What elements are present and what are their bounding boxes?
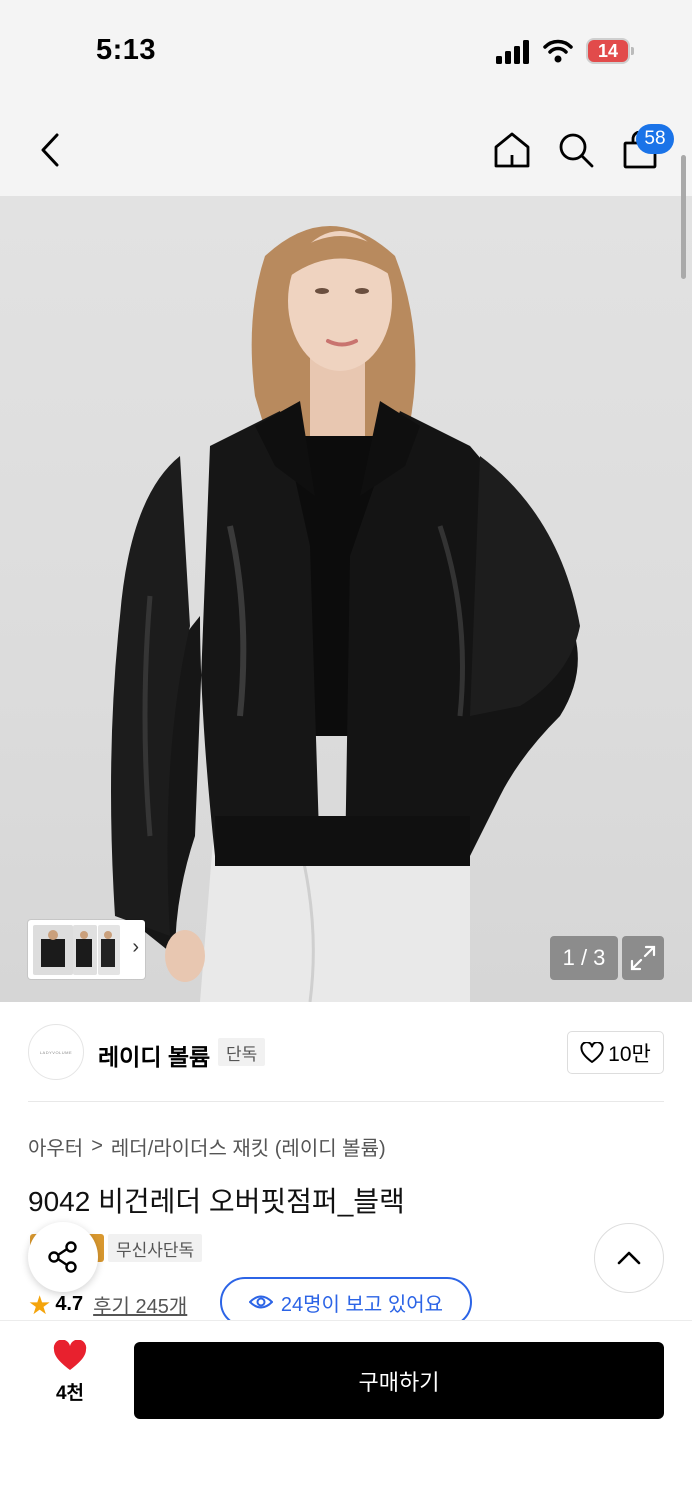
- search-button[interactable]: [555, 128, 597, 172]
- battery-level: 14: [586, 38, 630, 64]
- product-photo: [111, 226, 580, 1002]
- brand-logo[interactable]: LADYVOLUME: [28, 1024, 84, 1080]
- expand-icon: [630, 945, 656, 971]
- back-button[interactable]: [30, 128, 70, 172]
- heart-filled-icon: [53, 1340, 87, 1370]
- brand-exclusive-tag: 단독: [218, 1038, 266, 1066]
- brand-name[interactable]: 레이디 볼륨: [98, 1038, 210, 1072]
- rating-row: ★ 4.7 후기 245개: [28, 1290, 187, 1319]
- buy-button[interactable]: 구매하기: [134, 1342, 664, 1419]
- thumbnail-3[interactable]: [98, 925, 120, 975]
- thumbnail-1[interactable]: [33, 925, 73, 975]
- breadcrumb-subcategory[interactable]: 레더/라이더스 재킷 (레이디 볼륨): [111, 1132, 386, 1161]
- eye-icon: [248, 1295, 273, 1309]
- chevron-up-icon: [617, 1251, 641, 1265]
- cart-count-badge: 58: [636, 124, 674, 154]
- wishlist-count: 4천: [55, 1383, 85, 1404]
- rating-value: 4.7: [55, 1293, 84, 1315]
- share-button[interactable]: [28, 1222, 98, 1292]
- battery-indicator: 14: [586, 38, 634, 64]
- brand-like-button[interactable]: 10만: [567, 1031, 664, 1074]
- product-image-carousel[interactable]: [0, 196, 692, 1002]
- divider: [28, 1101, 664, 1102]
- product-title: 9042 비건레더 오버핏점퍼_블랙: [28, 1186, 405, 1217]
- wishlist-button[interactable]: 4천: [40, 1340, 100, 1420]
- breadcrumb-separator: >: [91, 1135, 103, 1157]
- scroll-to-top-button[interactable]: [594, 1223, 664, 1293]
- breadcrumb: 아우터 > 레더/라이더스 재킷 (레이디 볼륨): [28, 1132, 386, 1161]
- brand-row: LADYVOLUME 레이디 볼륨 단독 10만: [0, 1002, 692, 1102]
- share-icon: [48, 1241, 77, 1273]
- home-button[interactable]: [490, 128, 534, 172]
- viewer-count-text: 24명이 보고 있어요: [280, 1293, 444, 1316]
- search-icon: [559, 133, 594, 168]
- wifi-icon: [543, 39, 573, 63]
- chevron-right-icon[interactable]: ›: [132, 936, 139, 959]
- cellular-signal-icon: [496, 40, 529, 64]
- chevron-left-icon: [41, 133, 59, 167]
- review-count-link[interactable]: 후기 245개: [93, 1290, 187, 1319]
- home-icon: [494, 132, 530, 168]
- thumbnail-2[interactable]: [73, 925, 97, 975]
- breadcrumb-category[interactable]: 아우터: [28, 1132, 83, 1161]
- status-bar: 5:13 14: [0, 0, 692, 100]
- image-page-counter: 1 / 3: [550, 936, 618, 980]
- status-time: 5:13: [96, 34, 157, 66]
- musinsa-exclusive-badge: 무신사단독: [108, 1234, 203, 1262]
- expand-image-button[interactable]: [622, 936, 664, 980]
- image-thumbnail-strip[interactable]: ›: [28, 920, 145, 979]
- heart-outline-icon: [580, 1041, 604, 1063]
- brand-like-count: 10만: [608, 1042, 651, 1066]
- star-icon: ★: [28, 1289, 52, 1320]
- scrollbar[interactable]: [681, 155, 686, 279]
